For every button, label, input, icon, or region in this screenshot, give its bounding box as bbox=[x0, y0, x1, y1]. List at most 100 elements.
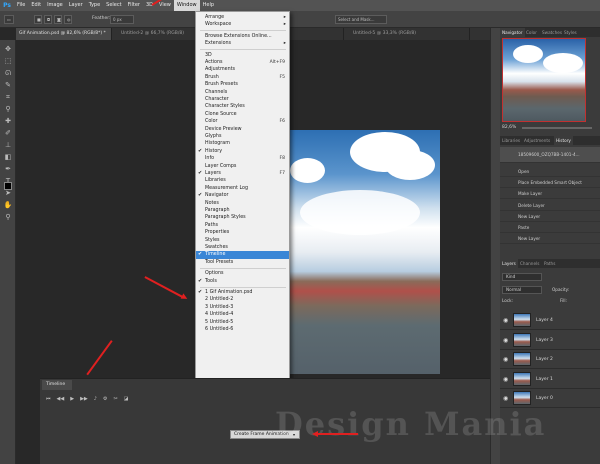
navigator-preview[interactable] bbox=[502, 38, 586, 122]
first-frame-icon[interactable]: ⏮ bbox=[46, 396, 51, 406]
window-menu-item[interactable]: Glyphs bbox=[196, 133, 289, 140]
window-menu-item[interactable]: Arrange ▸ bbox=[196, 14, 289, 21]
intersect-selection-icon[interactable]: ◍ bbox=[64, 15, 72, 24]
menu-image[interactable]: Image bbox=[44, 0, 66, 11]
layer-filter-kind[interactable]: Kind bbox=[502, 273, 542, 281]
brush-tool-icon[interactable]: ✐ bbox=[3, 128, 13, 138]
move-tool-icon[interactable]: ✥ bbox=[3, 44, 13, 54]
subtract-selection-icon[interactable]: ◙ bbox=[54, 15, 62, 24]
eye-icon[interactable]: ◉ bbox=[503, 376, 508, 383]
menu-edit[interactable]: Edit bbox=[28, 0, 44, 11]
history-item[interactable]: Make Layer bbox=[500, 188, 600, 200]
document-tab[interactable]: Gif Animation.psd @ 82,6% (RGB/8*) * bbox=[16, 28, 112, 40]
menu-file[interactable]: File bbox=[14, 0, 28, 11]
window-menu-item[interactable]: Layer Comps bbox=[196, 163, 289, 170]
window-menu-item[interactable]: 4 Untitled-4 bbox=[196, 311, 289, 318]
marquee-tool-icon[interactable]: ⬚ bbox=[3, 56, 13, 66]
layer-row[interactable]: ◉ Layer 1 bbox=[500, 370, 600, 389]
timeline-tab[interactable]: Timeline bbox=[42, 380, 72, 390]
window-menu-item[interactable]: Extensions ▸ bbox=[196, 40, 289, 47]
next-frame-icon[interactable]: ▶▶ bbox=[80, 396, 88, 406]
panel-tab-libraries[interactable]: Libraries bbox=[500, 136, 522, 145]
window-menu-item[interactable]: Notes bbox=[196, 200, 289, 207]
window-menu-item[interactable]: 2 Untitled-2 bbox=[196, 296, 289, 303]
window-menu-item[interactable]: Navigator ✔ bbox=[196, 192, 289, 199]
window-menu-item[interactable]: Swatches bbox=[196, 244, 289, 251]
window-menu-item[interactable]: Tool Presets bbox=[196, 259, 289, 266]
history-item[interactable]: New Layer bbox=[500, 233, 600, 245]
pen-tool-icon[interactable]: ✒ bbox=[3, 164, 13, 174]
document-tab[interactable]: Untitled-5 @ 33,3% (RGB/8) bbox=[350, 28, 470, 40]
window-menu-item[interactable]: Options bbox=[196, 270, 289, 277]
history-item[interactable]: New Layer bbox=[500, 211, 600, 222]
panel-tab-swatches[interactable]: Swatches bbox=[540, 28, 564, 37]
window-menu-item[interactable]: Styles bbox=[196, 237, 289, 244]
audio-icon[interactable]: ♪ bbox=[94, 396, 97, 406]
window-menu-item[interactable]: Character Styles bbox=[196, 103, 289, 110]
stamp-tool-icon[interactable]: ⊥ bbox=[3, 140, 13, 150]
panel-tab-adjustments[interactable]: Adjustments bbox=[522, 136, 552, 145]
menu-view[interactable]: View bbox=[156, 0, 174, 11]
hand-tool-icon[interactable]: ✋ bbox=[3, 200, 13, 210]
eye-icon[interactable]: ◉ bbox=[503, 337, 508, 344]
layer-row[interactable]: ◉ Layer 2 bbox=[500, 350, 600, 369]
window-menu-item[interactable]: 3 Untitled-3 bbox=[196, 304, 289, 311]
menu-filter[interactable]: Filter bbox=[125, 0, 143, 11]
eye-icon[interactable]: ◉ bbox=[503, 317, 508, 324]
menu-window[interactable]: Window bbox=[173, 0, 200, 11]
window-menu-item[interactable]: Brush F5 bbox=[196, 74, 289, 81]
window-menu-item[interactable]: Paragraph bbox=[196, 207, 289, 214]
add-selection-icon[interactable]: ◘ bbox=[44, 15, 52, 24]
window-menu-item[interactable]: Channels bbox=[196, 89, 289, 96]
play-icon[interactable]: ▶ bbox=[70, 396, 74, 406]
panel-tab-color[interactable]: Color bbox=[524, 28, 539, 37]
eyedropper-tool-icon[interactable]: ⚲ bbox=[3, 104, 13, 114]
window-menu-item[interactable]: Workspace ▸ bbox=[196, 21, 289, 28]
panel-tab-history[interactable]: History bbox=[554, 136, 573, 145]
foreground-color-swatch[interactable] bbox=[4, 182, 12, 190]
history-item[interactable]: Paste bbox=[500, 222, 600, 233]
window-menu-item[interactable]: 5 Untitled-5 bbox=[196, 319, 289, 326]
history-item[interactable]: Place Embedded Smart Object bbox=[500, 177, 600, 189]
navigator-zoom[interactable]: 82,6% bbox=[502, 125, 516, 130]
window-menu-item[interactable]: 3D bbox=[196, 52, 289, 59]
window-menu-item[interactable]: Device Preview bbox=[196, 126, 289, 133]
window-menu-item[interactable]: 6 Untitled-6 bbox=[196, 326, 289, 333]
window-menu-item[interactable]: Paths bbox=[196, 222, 289, 229]
window-menu-item[interactable]: Clone Source bbox=[196, 111, 289, 118]
lasso-tool-icon[interactable]: ᘏ bbox=[3, 68, 13, 78]
layer-row[interactable]: ◉ Layer 4 bbox=[500, 311, 600, 330]
eraser-tool-icon[interactable]: ◧ bbox=[3, 152, 13, 162]
crop-tool-icon[interactable]: ⌗ bbox=[3, 92, 13, 102]
menu-help[interactable]: Help bbox=[200, 0, 217, 11]
split-icon[interactable]: ✂ bbox=[113, 396, 117, 406]
history-snapshot[interactable]: 18509600_OZQ7BB-1401-4... bbox=[500, 147, 600, 163]
settings-icon[interactable]: ⚙ bbox=[103, 396, 107, 406]
window-menu-item[interactable]: Info F8 bbox=[196, 155, 289, 162]
panel-tab-styles[interactable]: Styles bbox=[562, 28, 579, 37]
document-image[interactable] bbox=[290, 130, 440, 374]
window-menu-item[interactable]: History ✔ bbox=[196, 148, 289, 155]
select-mask-button[interactable]: Select and Mask... bbox=[335, 15, 387, 24]
zoom-tool-icon[interactable]: ⚲ bbox=[3, 212, 13, 222]
window-menu-item[interactable]: Paragraph Styles bbox=[196, 214, 289, 221]
history-item[interactable]: Delete Layer bbox=[500, 200, 600, 211]
menu-type[interactable]: Type bbox=[86, 0, 103, 11]
menu-select[interactable]: Select bbox=[103, 0, 124, 11]
window-menu-item[interactable]: Brush Presets bbox=[196, 81, 289, 88]
eye-icon[interactable]: ◉ bbox=[503, 395, 508, 402]
window-menu-item[interactable]: Actions Alt+F9 bbox=[196, 59, 289, 66]
window-menu-item[interactable]: 1 Gif Animation.psd ✔ bbox=[196, 289, 289, 296]
window-menu-item[interactable]: Tools ✔ bbox=[196, 278, 289, 285]
panel-tab-paths[interactable]: Paths bbox=[542, 259, 557, 268]
panel-tab-channels[interactable]: Channels bbox=[518, 259, 541, 268]
marquee-preset-icon[interactable]: ▭ bbox=[4, 15, 14, 24]
window-menu-item[interactable]: Color F6 bbox=[196, 118, 289, 125]
layer-row[interactable]: ◉ Layer 0 bbox=[500, 389, 600, 408]
zoom-slider[interactable] bbox=[522, 127, 592, 129]
window-menu-item[interactable]: Measurement Log bbox=[196, 185, 289, 192]
new-selection-icon[interactable]: ■ bbox=[34, 15, 42, 24]
window-menu-item[interactable]: Timeline ✔ bbox=[196, 251, 289, 259]
transition-icon[interactable]: ◪ bbox=[124, 396, 129, 406]
feather-input[interactable]: 0 px bbox=[110, 15, 134, 24]
